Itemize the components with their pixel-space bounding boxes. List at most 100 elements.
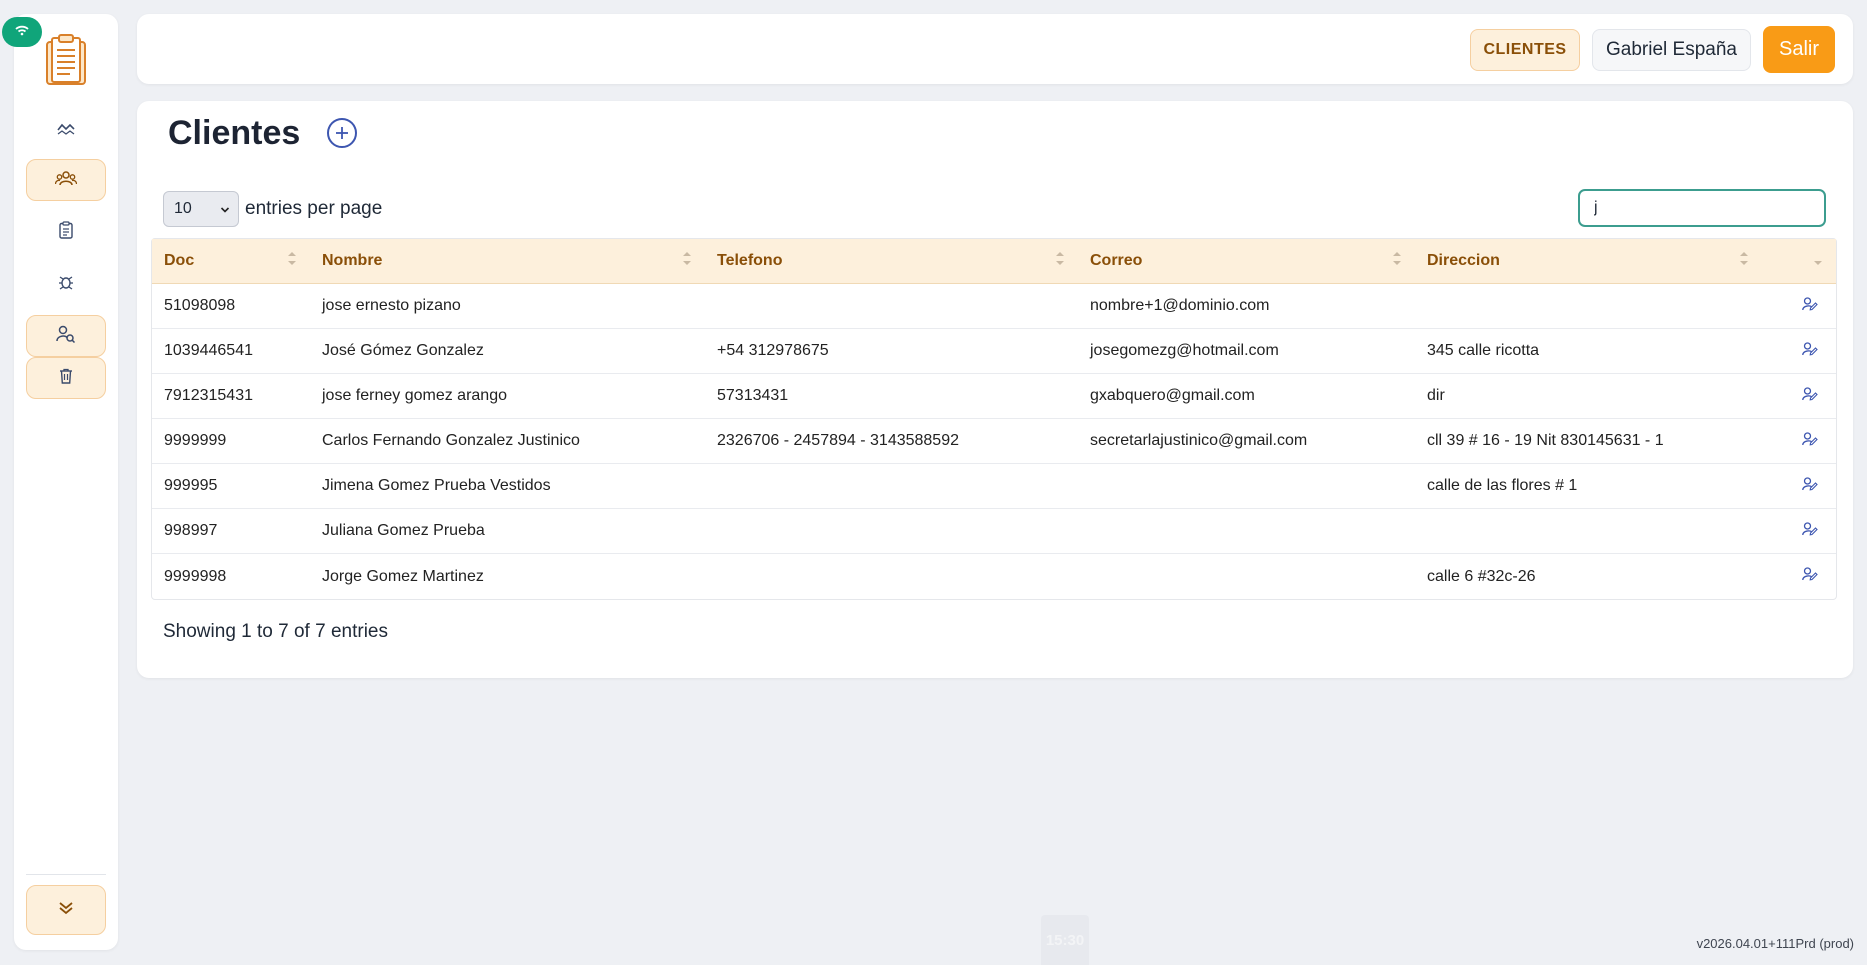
entries-per-page-select[interactable]: 10 <box>163 191 239 227</box>
search-input[interactable] <box>1578 189 1826 227</box>
edit-client-button[interactable] <box>1762 464 1836 508</box>
sidebar-expand-button[interactable] <box>26 885 106 935</box>
sidebar-item-clientes[interactable] <box>26 159 106 201</box>
sort-icon <box>1814 261 1822 265</box>
user-edit-icon <box>1802 341 1818 361</box>
clipboard-icon <box>59 220 73 244</box>
sidebar-item-papelera[interactable] <box>26 357 106 399</box>
user-edit-icon <box>1802 386 1818 406</box>
column-label: Nombre <box>322 252 383 269</box>
cell-direccion: cll 39 # 16 - 19 Nit 830145631 - 1 <box>1427 432 1664 449</box>
cell-telefono <box>705 554 1078 599</box>
cell-direccion: calle 6 #32c-26 <box>1427 567 1536 585</box>
clientes-card: Clientes 10 entries per page Doc Nombre … <box>137 101 1853 678</box>
cell-doc: 51098098 <box>164 297 236 314</box>
column-header-actions[interactable] <box>1762 239 1836 283</box>
connection-status-badge <box>2 17 42 47</box>
table-info: Showing 1 to 7 of 7 entries <box>163 621 388 642</box>
column-header-telefono[interactable]: Telefono <box>705 239 1078 283</box>
cell-telefono <box>705 509 1078 553</box>
edit-client-button[interactable] <box>1762 329 1836 373</box>
sidebar-item-ordenes[interactable] <box>26 211 106 253</box>
cell-nombre: jose ferney gomez arango <box>322 387 507 404</box>
user-edit-icon <box>1802 476 1818 496</box>
cell-correo: gxabquero@gmail.com <box>1090 387 1255 404</box>
clock-tab: 15:30 <box>1041 915 1089 965</box>
user-edit-icon <box>1802 567 1818 586</box>
cell-direccion <box>1415 509 1762 553</box>
user-search-icon <box>56 325 76 348</box>
cell-direccion: calle de las flores # 1 <box>1427 477 1578 494</box>
top-bar: CLIENTES Gabriel España Salir <box>137 14 1853 84</box>
table-row: 7912315431 jose ferney gomez arango 573134… <box>152 374 1836 419</box>
users-group-icon <box>54 170 78 191</box>
chevrons-down-icon <box>58 901 74 920</box>
cell-doc: 998997 <box>164 522 218 539</box>
plus-circle-icon <box>335 122 349 144</box>
table-row: 999995 Jimena Gomez Prueba Vestidos calle … <box>152 464 1836 509</box>
clientes-table: Doc Nombre Telefono Correo Direccion 510… <box>151 238 1837 600</box>
user-edit-icon <box>1802 296 1818 316</box>
column-label: Direccion <box>1427 252 1500 269</box>
user-edit-icon <box>1802 431 1818 451</box>
user-name-button[interactable]: Gabriel España <box>1592 29 1751 71</box>
cell-doc: 1039446541 <box>164 342 253 359</box>
table-row: 9999998 Jorge Gomez Martinez calle 6 #32c-… <box>152 554 1836 599</box>
column-header-doc[interactable]: Doc <box>152 239 310 283</box>
cell-nombre: Juliana Gomez Prueba <box>322 522 485 539</box>
sidebar-item-usuarios[interactable] <box>26 315 106 357</box>
column-header-nombre[interactable]: Nombre <box>310 239 705 283</box>
section-badge[interactable]: CLIENTES <box>1470 29 1580 71</box>
sidebar-item-dashboard[interactable] <box>26 110 106 152</box>
cell-doc: 999995 <box>164 477 218 494</box>
cell-nombre: Jimena Gomez Prueba Vestidos <box>322 477 551 494</box>
cell-doc: 9999998 <box>164 567 227 585</box>
entries-per-page-value: 10 <box>174 200 192 217</box>
sidebar <box>14 14 118 950</box>
edit-client-button[interactable] <box>1762 374 1836 418</box>
table-header: Doc Nombre Telefono Correo Direccion <box>152 239 1836 284</box>
sort-icon <box>288 252 296 265</box>
clipboard-logo-icon[interactable] <box>42 34 92 86</box>
cell-direccion <box>1415 284 1762 328</box>
bug-icon <box>58 274 74 295</box>
column-header-correo[interactable]: Correo <box>1078 239 1415 283</box>
add-client-button[interactable] <box>327 118 357 148</box>
cell-direccion: dir <box>1427 387 1445 404</box>
cell-correo <box>1078 464 1415 508</box>
column-label: Telefono <box>717 252 783 269</box>
cell-doc: 9999999 <box>164 432 227 449</box>
cell-direccion: 345 calle ricotta <box>1427 342 1540 359</box>
trash-icon <box>59 368 73 389</box>
user-edit-icon <box>1802 521 1818 541</box>
edit-client-button[interactable] <box>1762 284 1836 328</box>
sort-icon <box>1393 252 1401 265</box>
column-label: Doc <box>164 252 195 269</box>
cell-correo: josegomezg@hotmail.com <box>1090 342 1279 359</box>
entries-per-page-label: entries per page <box>245 198 383 219</box>
cell-doc: 7912315431 <box>164 387 253 404</box>
cell-correo: nombre+1@dominio.com <box>1090 297 1270 314</box>
cell-telefono <box>705 284 1078 328</box>
sidebar-item-bugs[interactable] <box>26 263 106 305</box>
edit-client-button[interactable] <box>1762 509 1836 553</box>
cell-nombre: Carlos Fernando Gonzalez Justinico <box>322 432 580 449</box>
table-row: 1039446541 José Gómez Gonzalez +54 3129786… <box>152 329 1836 374</box>
cell-nombre: José Gómez Gonzalez <box>322 342 484 359</box>
wifi-icon <box>14 23 30 41</box>
cell-nombre: Jorge Gomez Martinez <box>322 567 484 585</box>
cell-correo <box>1078 554 1415 599</box>
table-row: 51098098 jose ernesto pizano nombre+1@domi… <box>152 284 1836 329</box>
sort-icon <box>1740 252 1748 265</box>
logout-button[interactable]: Salir <box>1763 26 1835 73</box>
cell-nombre: jose ernesto pizano <box>322 297 461 314</box>
cell-telefono: 57313431 <box>717 387 789 404</box>
table-row: 998997 Juliana Gomez Prueba <box>152 509 1836 554</box>
cell-telefono: +54 312978675 <box>717 342 829 359</box>
column-header-direccion[interactable]: Direccion <box>1415 239 1762 283</box>
edit-client-button[interactable] <box>1762 554 1836 599</box>
chart-icon <box>57 122 75 141</box>
edit-client-button[interactable] <box>1762 419 1836 463</box>
cell-telefono <box>705 464 1078 508</box>
table-row: 9999999 Carlos Fernando Gonzalez Justinic… <box>152 419 1836 464</box>
